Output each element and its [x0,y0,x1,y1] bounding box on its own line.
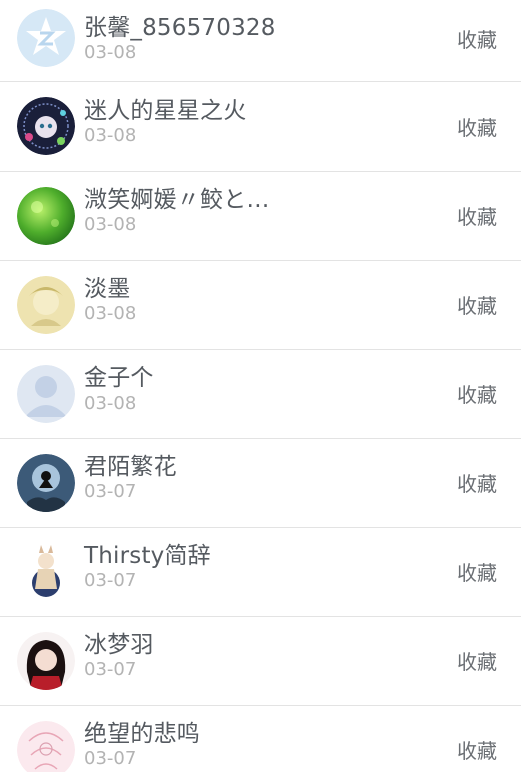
user-name[interactable]: Thirsty简辞 [84,536,211,570]
avatar[interactable] [17,97,75,155]
visitor-list: 张馨_856570328 03-08 收藏 迷人的星星之火 03-08 收藏 溦… [0,0,521,772]
avatar[interactable] [17,9,75,67]
user-name[interactable]: 迷人的星星之火 [84,91,246,125]
moon-silhouette-avatar-icon [17,454,75,512]
visit-date: 03-07 [84,659,137,680]
favorite-button[interactable]: 收藏 [457,735,497,764]
visit-date: 03-07 [84,748,137,769]
anime-girl-avatar-icon [17,97,75,155]
avatar[interactable] [17,632,75,690]
list-item[interactable]: 金子个 03-08 收藏 [0,350,521,439]
avatar[interactable] [17,187,75,245]
user-name[interactable]: 冰梦羽 [84,625,154,659]
green-bokeh-avatar-icon [17,187,75,245]
visit-date: 03-07 [84,481,137,502]
user-name[interactable]: 溦笑婀媛〃鲛と… [84,180,270,214]
list-item[interactable]: 君陌繁花 03-07 收藏 [0,439,521,528]
list-item[interactable]: 溦笑婀媛〃鲛と… 03-08 收藏 [0,172,521,261]
anime-character-avatar-icon [17,543,75,601]
favorite-button[interactable]: 收藏 [457,201,497,230]
user-name[interactable]: 张馨_856570328 [84,8,276,42]
list-item[interactable]: 迷人的星星之火 03-08 收藏 [0,82,521,172]
pale-yellow-avatar-icon [17,276,75,334]
user-name[interactable]: 淡墨 [84,269,130,303]
user-name[interactable]: 君陌繁花 [84,447,177,481]
favorite-button[interactable]: 收藏 [457,379,497,408]
list-item[interactable]: 冰梦羽 03-07 收藏 [0,617,521,706]
visit-date: 03-08 [84,393,137,414]
avatar[interactable] [17,276,75,334]
visit-date: 03-08 [84,42,137,63]
qzone-default-avatar-icon [17,9,75,67]
user-name[interactable]: 绝望的悲鸣 [84,714,200,748]
favorite-button[interactable]: 收藏 [457,290,497,319]
avatar[interactable] [17,454,75,512]
list-item[interactable]: Thirsty简辞 03-07 收藏 [0,528,521,617]
favorite-button[interactable]: 收藏 [457,24,497,53]
visit-date: 03-07 [84,570,137,591]
favorite-button[interactable]: 收藏 [457,557,497,586]
list-item[interactable]: 淡墨 03-08 收藏 [0,261,521,350]
avatar[interactable] [17,721,75,772]
avatar[interactable] [17,543,75,601]
avatar[interactable] [17,365,75,423]
user-name[interactable]: 金子个 [84,358,154,392]
dark-hair-girl-avatar-icon [17,632,75,690]
favorite-button[interactable]: 收藏 [457,112,497,141]
visit-date: 03-08 [84,214,137,235]
favorite-button[interactable]: 收藏 [457,468,497,497]
pink-sketch-avatar-icon [17,721,75,772]
list-item[interactable]: 绝望的悲鸣 03-07 收藏 [0,706,521,772]
visit-date: 03-08 [84,303,137,324]
list-item[interactable]: 张馨_856570328 03-08 收藏 [0,0,521,82]
favorite-button[interactable]: 收藏 [457,646,497,675]
default-person-avatar-icon [17,365,75,423]
visit-date: 03-08 [84,125,137,146]
